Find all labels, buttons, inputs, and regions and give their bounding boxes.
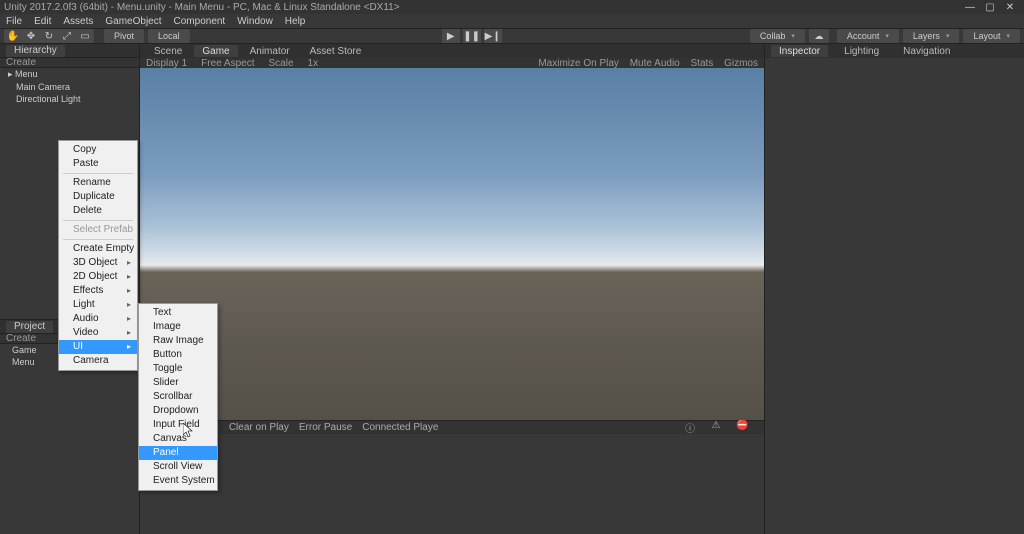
game-toolbar: Display 1 Free Aspect Scale 1x Maximize …	[140, 58, 764, 68]
stats-toggle[interactable]: Stats	[691, 58, 714, 69]
hierarchy-scene[interactable]: Menu	[0, 68, 139, 81]
pause-button[interactable]: ❚❚	[463, 29, 481, 43]
submenu-item[interactable]: Text	[139, 306, 217, 320]
tab-lighting[interactable]: Lighting	[836, 45, 887, 57]
center-tabs: Scene Game Animator Asset Store	[140, 44, 764, 58]
menu-component[interactable]: Component	[174, 16, 226, 27]
inspector-tabs: Inspector Lighting Navigation	[765, 44, 1024, 58]
hand-tool-icon[interactable]: ✋	[4, 29, 22, 43]
scale-tool-icon[interactable]: ⤢	[58, 29, 76, 43]
menu-help[interactable]: Help	[285, 16, 306, 27]
submenu-item[interactable]: Slider	[139, 376, 217, 390]
hierarchy-tab[interactable]: Hierarchy	[0, 44, 139, 58]
context-item[interactable]: Create Empty	[59, 242, 137, 256]
submenu-item[interactable]: Dropdown	[139, 404, 217, 418]
tab-inspector[interactable]: Inspector	[771, 45, 828, 57]
pivot-toggle[interactable]: Pivot	[104, 29, 144, 43]
tab-scene[interactable]: Scene	[146, 45, 190, 57]
console-clearplay[interactable]: Clear on Play	[229, 422, 289, 433]
play-button[interactable]: ▶	[442, 29, 460, 43]
context-item[interactable]: Audio	[59, 312, 137, 326]
error-icon[interactable]: ⛔	[736, 420, 748, 435]
submenu-item[interactable]: Canvas	[139, 432, 217, 446]
menu-assets[interactable]: Assets	[63, 16, 93, 27]
context-item[interactable]: Video	[59, 326, 137, 340]
console-errorpause[interactable]: Error Pause	[299, 422, 352, 433]
step-button[interactable]: ▶❙	[484, 29, 502, 43]
rect-tool-icon[interactable]: ▭	[76, 29, 94, 43]
scale-label: Scale	[269, 58, 294, 69]
menu-gameobject[interactable]: GameObject	[105, 16, 161, 27]
submenu-item[interactable]: Button	[139, 348, 217, 362]
context-item[interactable]: Copy	[59, 143, 137, 157]
rotate-tool-icon[interactable]: ↻	[40, 29, 58, 43]
console-connected[interactable]: Connected Playe	[362, 422, 438, 433]
account-dropdown[interactable]: Account	[837, 29, 899, 43]
hierarchy-context-menu[interactable]: CopyPaste RenameDuplicateDelete Select Pre…	[58, 140, 138, 371]
game-render	[140, 68, 764, 420]
mute-toggle[interactable]: Mute Audio	[630, 58, 680, 69]
hierarchy-item[interactable]: Directional Light	[0, 93, 139, 105]
menu-edit[interactable]: Edit	[34, 16, 51, 27]
maximize-button[interactable]: ▢	[980, 2, 1000, 13]
transform-tools: ✋ ✥ ↻ ⤢ ▭	[4, 29, 94, 43]
menubar: File Edit Assets GameObject Component Wi…	[0, 14, 1024, 28]
context-item[interactable]: Rename	[59, 176, 137, 190]
project-create[interactable]: Create	[6, 333, 36, 344]
context-item[interactable]: Select Prefab	[59, 223, 137, 237]
console-toolbar: Clear Collapse Clear on Play Error Pause…	[140, 420, 764, 434]
toolbar: ✋ ✥ ↻ ⤢ ▭ Pivot Local ▶ ❚❚ ▶❙ Collab ☁ A…	[0, 28, 1024, 44]
hierarchy-toolbar: Create	[0, 58, 139, 68]
submenu-item[interactable]: Panel	[139, 446, 217, 460]
context-item[interactable]: 3D Object	[59, 256, 137, 270]
hierarchy-list: Menu Main Camera Directional Light	[0, 68, 139, 105]
aspect-dropdown[interactable]: Free Aspect	[201, 58, 254, 69]
tab-game[interactable]: Game	[194, 45, 237, 57]
tab-animator[interactable]: Animator	[242, 45, 298, 57]
menu-file[interactable]: File	[6, 16, 22, 27]
gizmos-toggle[interactable]: Gizmos	[724, 58, 758, 69]
minimize-button[interactable]: —	[960, 2, 980, 13]
context-item[interactable]: UI	[59, 340, 137, 354]
hierarchy-item[interactable]: Main Camera	[0, 81, 139, 93]
game-viewport	[140, 68, 764, 420]
context-item[interactable]: Paste	[59, 157, 137, 171]
console-body	[140, 434, 764, 534]
submenu-item[interactable]: Input Field	[139, 418, 217, 432]
submenu-item[interactable]: Scrollbar	[139, 390, 217, 404]
ui-submenu[interactable]: TextImageRaw ImageButtonToggleSliderScro…	[138, 303, 218, 491]
context-item[interactable]: 2D Object	[59, 270, 137, 284]
tab-assetstore[interactable]: Asset Store	[302, 45, 370, 57]
menu-window[interactable]: Window	[237, 16, 273, 27]
submenu-item[interactable]: Raw Image	[139, 334, 217, 348]
scale-value[interactable]: 1x	[308, 58, 319, 69]
submenu-item[interactable]: Scroll View	[139, 460, 217, 474]
maximize-toggle[interactable]: Maximize On Play	[538, 58, 619, 69]
submenu-item[interactable]: Image	[139, 320, 217, 334]
local-toggle[interactable]: Local	[148, 29, 190, 43]
layers-dropdown[interactable]: Layers	[903, 29, 960, 43]
hierarchy-create[interactable]: Create	[6, 57, 36, 68]
project-tab-label: Project	[6, 321, 53, 333]
info-icon[interactable]: ⓘ	[684, 420, 696, 435]
layout-dropdown[interactable]: Layout	[963, 29, 1020, 43]
context-item[interactable]: Light	[59, 298, 137, 312]
collab-dropdown[interactable]: Collab	[750, 29, 805, 43]
context-item[interactable]: Effects	[59, 284, 137, 298]
window-controls: — ▢ ✕	[960, 2, 1020, 13]
window-titlebar: Unity 2017.2.0f3 (64bit) - Menu.unity - …	[0, 0, 1024, 14]
close-button[interactable]: ✕	[1000, 2, 1020, 13]
window-title: Unity 2017.2.0f3 (64bit) - Menu.unity - …	[4, 2, 960, 13]
warning-icon[interactable]: ⚠	[710, 420, 722, 435]
tab-navigation[interactable]: Navigation	[895, 45, 958, 57]
cloud-icon[interactable]: ☁	[809, 29, 829, 43]
submenu-item[interactable]: Event System	[139, 474, 217, 488]
hierarchy-tab-label: Hierarchy	[6, 45, 65, 57]
move-tool-icon[interactable]: ✥	[22, 29, 40, 43]
context-item[interactable]: Camera	[59, 354, 137, 368]
submenu-item[interactable]: Toggle	[139, 362, 217, 376]
display-dropdown[interactable]: Display 1	[146, 58, 187, 69]
context-item[interactable]: Delete	[59, 204, 137, 218]
context-item[interactable]: Duplicate	[59, 190, 137, 204]
